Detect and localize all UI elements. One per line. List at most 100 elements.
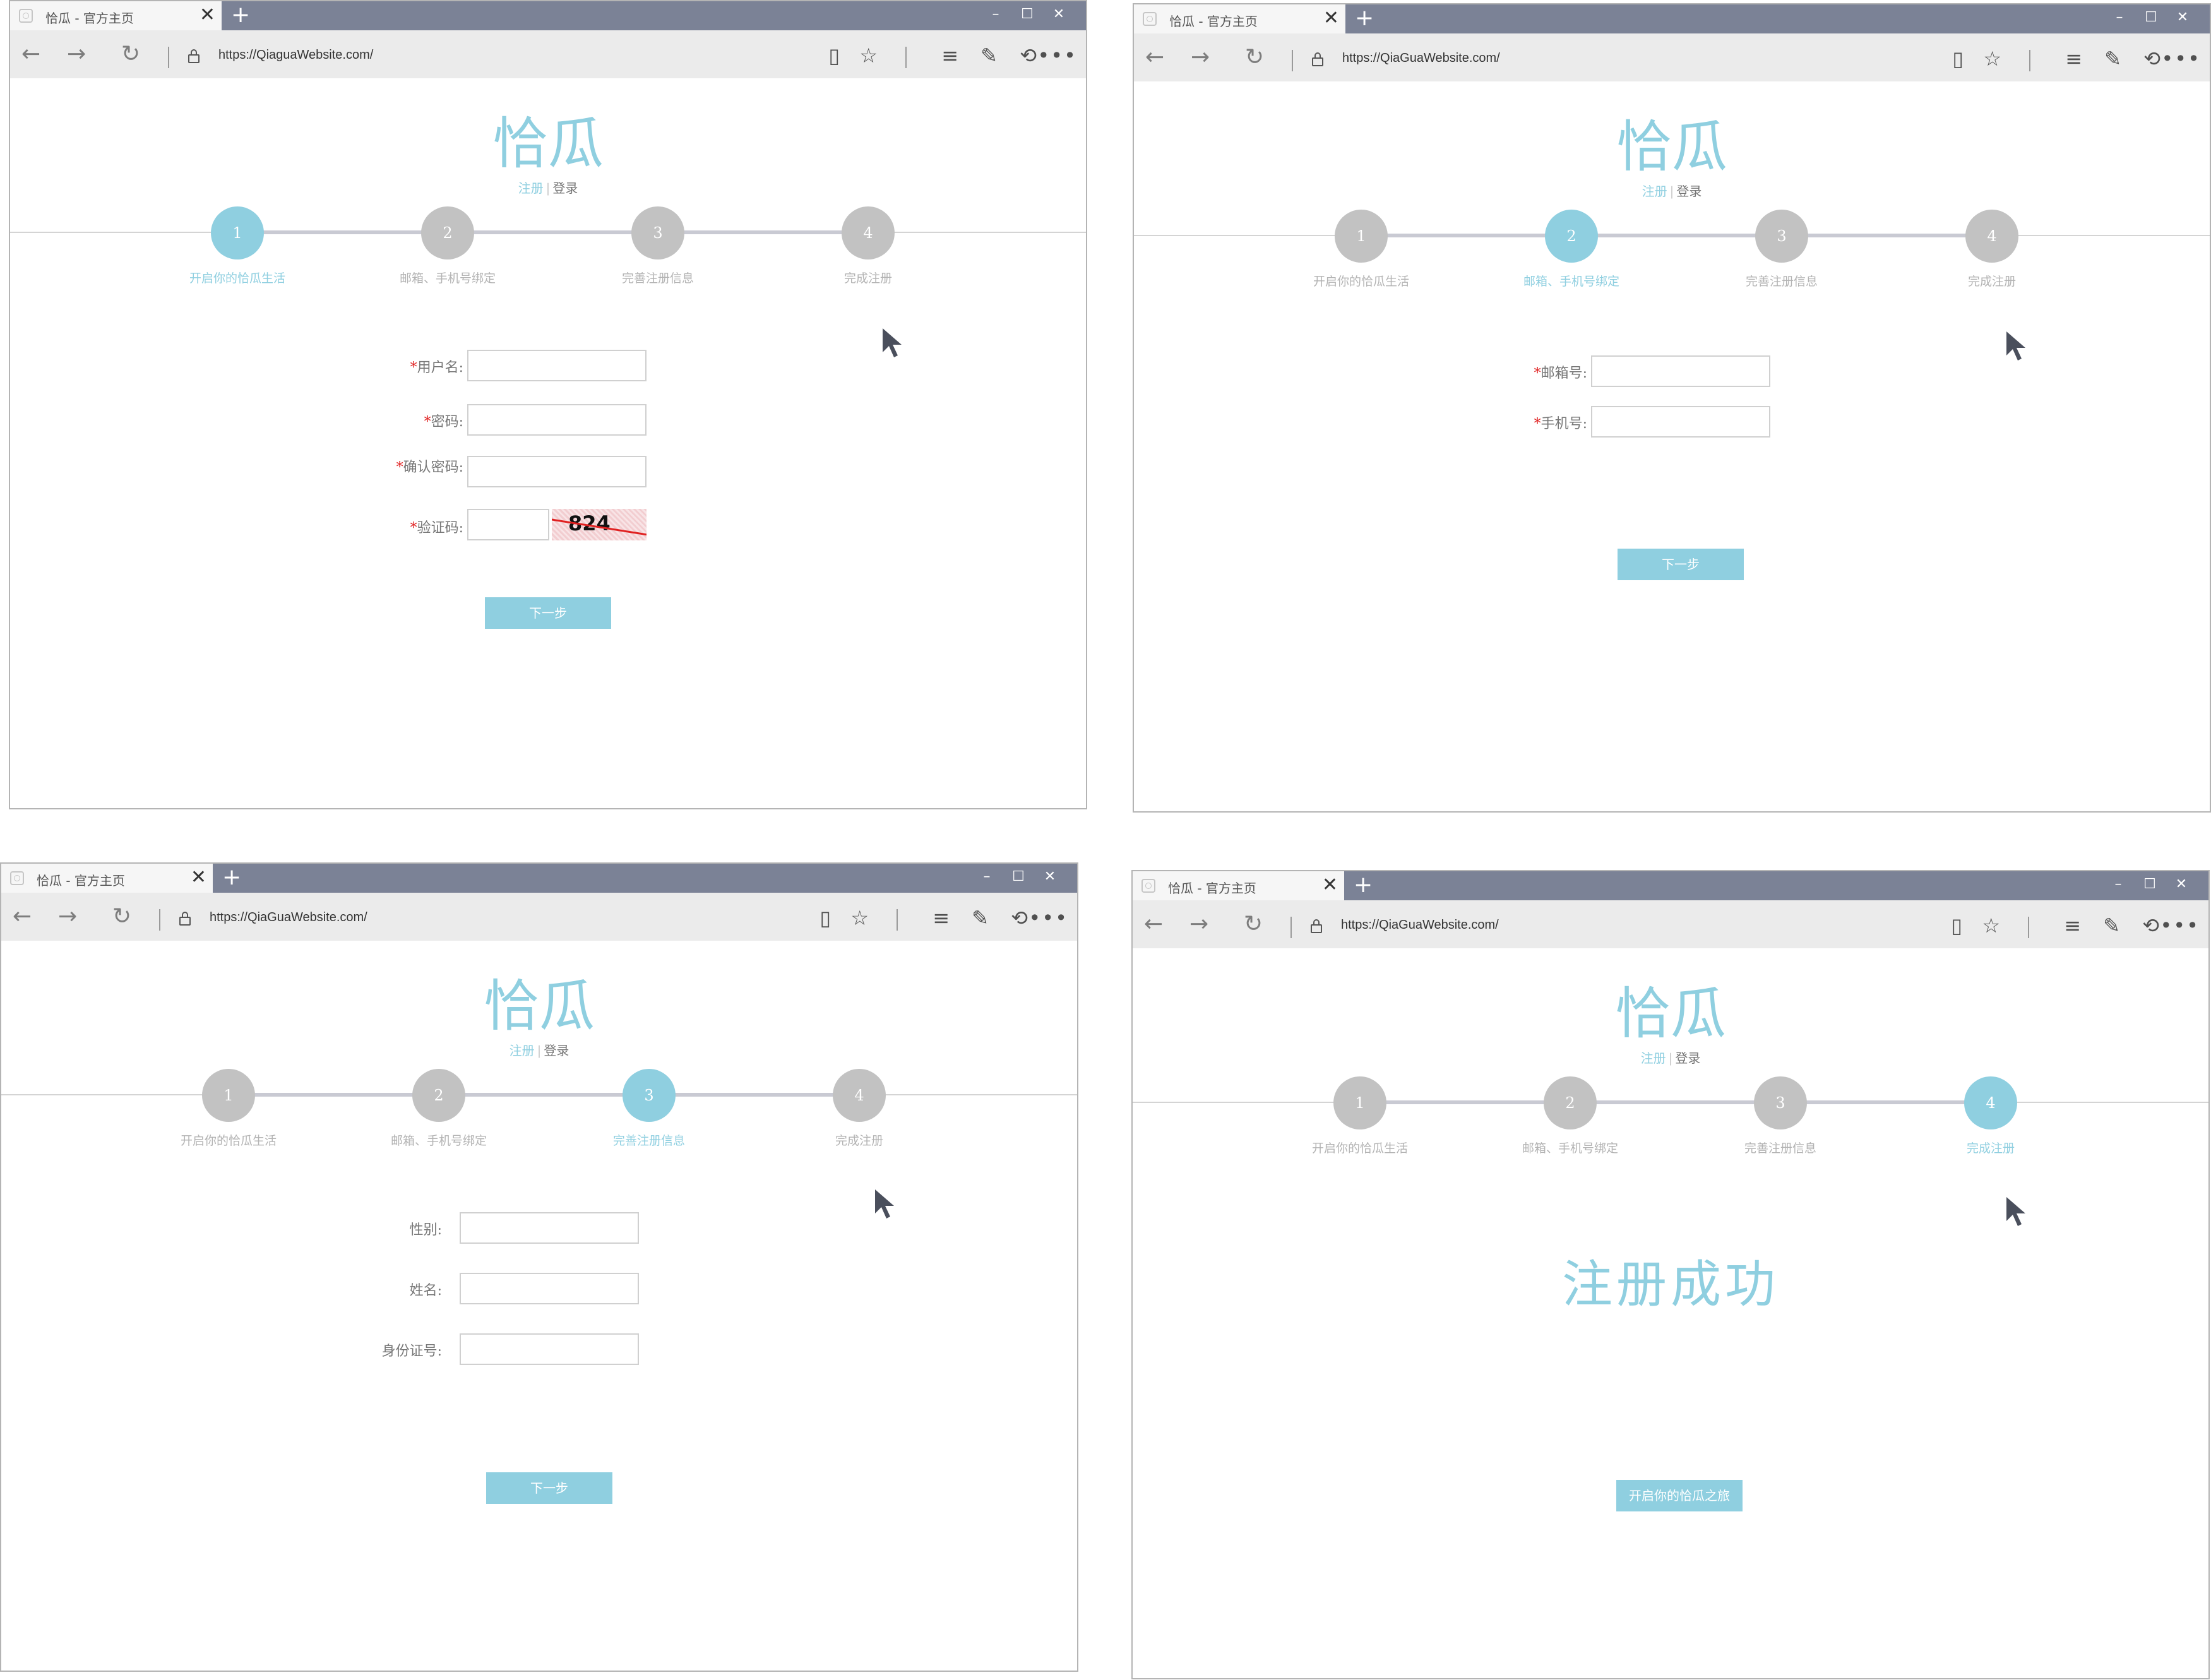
- minimize-button[interactable]: –: [971, 867, 1003, 886]
- web-note-icon[interactable]: ✎: [972, 905, 989, 931]
- step-label-2: 邮箱、手机号绑定: [399, 271, 496, 285]
- close-window-button[interactable]: ✕: [1043, 5, 1075, 24]
- step-connector: [1361, 234, 1993, 237]
- maximize-button[interactable]: ☐: [2134, 875, 2166, 894]
- favicon-icon: [1143, 12, 1157, 26]
- captcha-image[interactable]: 824: [552, 509, 647, 540]
- web-note-icon[interactable]: ✎: [2104, 46, 2121, 71]
- favorite-star-icon[interactable]: ☆: [1983, 46, 2001, 71]
- share-icon[interactable]: ⟲: [1011, 905, 1028, 931]
- tab-bar: 恰瓜 - 官方主页 ✕ + – ☐ ✕: [1133, 871, 2208, 900]
- web-note-icon[interactable]: ✎: [2103, 913, 2120, 938]
- forward-arrow-icon[interactable]: →: [58, 903, 77, 931]
- new-tab-button[interactable]: +: [222, 865, 241, 890]
- reading-view-icon[interactable]: ▯: [828, 43, 840, 68]
- browser-window-step-3: 恰瓜 - 官方主页 ✕ + – ☐ ✕ ← → ↻ https://QiaGuaWe…: [0, 862, 1078, 1672]
- hub-icon[interactable]: ≡: [2064, 913, 2081, 938]
- back-arrow-icon[interactable]: ←: [13, 903, 32, 931]
- reading-view-icon[interactable]: ▯: [1951, 913, 1962, 938]
- forward-arrow-icon[interactable]: →: [1191, 44, 1210, 71]
- minimize-button[interactable]: –: [2104, 8, 2135, 27]
- tab-bar: 恰瓜 - 官方主页 ✕ + – ☐ ✕: [1, 864, 1077, 893]
- favorite-star-icon[interactable]: ☆: [1982, 913, 2000, 938]
- back-arrow-icon[interactable]: ←: [1145, 44, 1164, 71]
- web-note-icon[interactable]: ✎: [980, 43, 998, 68]
- id-number-input[interactable]: [460, 1333, 639, 1365]
- reading-view-icon[interactable]: ▯: [819, 905, 831, 931]
- login-link[interactable]: 登录: [1676, 184, 1701, 199]
- reading-view-icon[interactable]: ▯: [1952, 46, 1964, 71]
- back-arrow-icon[interactable]: ←: [21, 40, 40, 68]
- email-input[interactable]: [1591, 355, 1770, 387]
- new-tab-button[interactable]: +: [231, 3, 250, 28]
- close-window-button[interactable]: ✕: [1034, 867, 1066, 886]
- username-label: *用户名:: [410, 360, 463, 376]
- tab-close-icon[interactable]: ✕: [1323, 7, 1339, 30]
- browser-tab[interactable]: 恰瓜 - 官方主页 ✕: [10, 1, 222, 30]
- confirm-password-input[interactable]: [467, 456, 647, 487]
- register-link[interactable]: 注册: [1641, 1051, 1666, 1066]
- favorite-star-icon[interactable]: ☆: [850, 905, 869, 931]
- tab-close-icon[interactable]: ✕: [191, 866, 206, 889]
- new-tab-button[interactable]: +: [1355, 6, 1374, 31]
- register-link[interactable]: 注册: [510, 1043, 535, 1058]
- register-link[interactable]: 注册: [1642, 184, 1667, 199]
- browser-tab[interactable]: 恰瓜 - 官方主页 ✕: [1133, 871, 1344, 900]
- maximize-button[interactable]: ☐: [1003, 867, 1034, 886]
- password-label: *密码:: [424, 414, 463, 430]
- back-arrow-icon[interactable]: ←: [1144, 910, 1163, 938]
- forward-arrow-icon[interactable]: →: [67, 40, 86, 68]
- window-controls: – ☐ ✕: [2104, 8, 2198, 27]
- share-icon[interactable]: ⟲: [1020, 43, 1037, 68]
- tab-close-icon[interactable]: ✕: [1322, 874, 1338, 897]
- maximize-button[interactable]: ☐: [1011, 5, 1043, 24]
- more-icon[interactable]: •••: [2161, 46, 2201, 71]
- share-icon[interactable]: ⟲: [2143, 46, 2160, 71]
- phone-input[interactable]: [1591, 406, 1770, 438]
- next-step-button[interactable]: 下一步: [1618, 549, 1744, 580]
- gender-input[interactable]: [460, 1212, 639, 1244]
- more-icon[interactable]: •••: [2160, 913, 2200, 938]
- url-field[interactable]: https://QiaGuaWebsite.com/: [1341, 918, 1499, 932]
- url-field[interactable]: https://QiaGuaWebsite.com/: [210, 910, 367, 925]
- new-tab-button[interactable]: +: [1354, 873, 1373, 898]
- reload-icon[interactable]: ↻: [1245, 44, 1264, 71]
- start-journey-button[interactable]: 开启你的恰瓜之旅: [1616, 1480, 1743, 1511]
- minimize-button[interactable]: –: [980, 5, 1011, 24]
- maximize-button[interactable]: ☐: [2135, 8, 2167, 27]
- captcha-input[interactable]: [467, 509, 549, 540]
- reload-icon[interactable]: ↻: [121, 40, 140, 68]
- forward-arrow-icon[interactable]: →: [1189, 910, 1208, 938]
- step-label-1: 开启你的恰瓜生活: [1313, 275, 1409, 289]
- share-icon[interactable]: ⟲: [2142, 913, 2159, 938]
- register-link[interactable]: 注册: [518, 181, 544, 196]
- address-bar: ← → ↻ https://QiaGuaWebsite.com/ ▯ ☆ ≡ ✎…: [1, 893, 1077, 941]
- captcha-label: *验证码:: [410, 520, 463, 536]
- browser-window-step-4: 恰瓜 - 官方主页 ✕ + – ☐ ✕ ← → ↻ https://QiaGuaWe…: [1131, 870, 2210, 1679]
- url-field[interactable]: https://QiaguaWebsite.com/: [218, 48, 373, 63]
- browser-tab[interactable]: 恰瓜 - 官方主页 ✕: [1134, 4, 1345, 33]
- tab-close-icon[interactable]: ✕: [200, 4, 215, 27]
- close-window-button[interactable]: ✕: [2167, 8, 2198, 27]
- reload-icon[interactable]: ↻: [1244, 910, 1263, 938]
- name-input[interactable]: [460, 1273, 639, 1304]
- more-icon[interactable]: •••: [1037, 43, 1077, 68]
- url-field[interactable]: https://QiaGuaWebsite.com/: [1342, 51, 1500, 66]
- next-step-button[interactable]: 下一步: [486, 1472, 612, 1504]
- login-link[interactable]: 登录: [1675, 1051, 1700, 1066]
- hub-icon[interactable]: ≡: [2065, 46, 2082, 71]
- minimize-button[interactable]: –: [2102, 875, 2134, 894]
- more-icon[interactable]: •••: [1028, 905, 1068, 931]
- login-link[interactable]: 登录: [544, 1043, 569, 1058]
- login-link[interactable]: 登录: [552, 181, 578, 196]
- next-step-button[interactable]: 下一步: [485, 597, 611, 629]
- password-input[interactable]: [467, 404, 647, 436]
- reload-icon[interactable]: ↻: [112, 903, 131, 931]
- hub-icon[interactable]: ≡: [941, 43, 958, 68]
- username-input[interactable]: [467, 350, 647, 381]
- step-circle-4: 4: [1964, 1076, 2017, 1129]
- favorite-star-icon[interactable]: ☆: [859, 43, 878, 68]
- browser-tab[interactable]: 恰瓜 - 官方主页 ✕: [1, 864, 213, 893]
- close-window-button[interactable]: ✕: [2166, 875, 2197, 894]
- hub-icon[interactable]: ≡: [933, 905, 950, 931]
